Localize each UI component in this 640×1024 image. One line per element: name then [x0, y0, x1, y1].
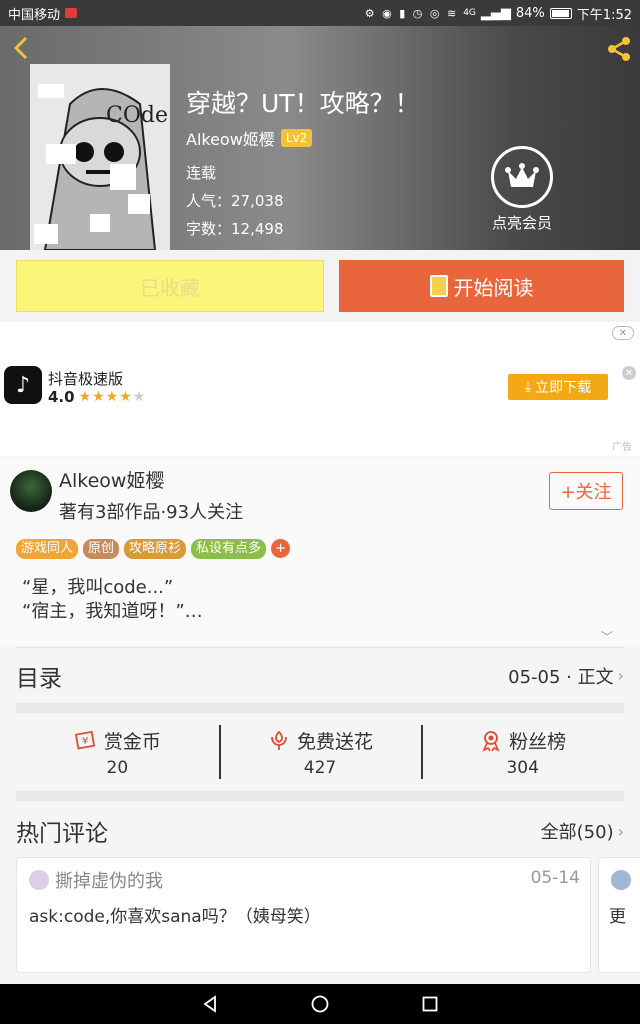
- stats-row: ¥ 赏金币 20 免费送花 427 粉丝榜 304: [16, 713, 624, 791]
- divider: [16, 703, 624, 713]
- carrier-label: 中国移动: [8, 7, 61, 23]
- back-arrow-icon[interactable]: [10, 36, 34, 60]
- ad-rating-value: 4.0: [48, 388, 75, 406]
- book-title: 穿越？UT！攻略？！: [186, 89, 420, 118]
- ad-download-label: 立即下载: [535, 380, 592, 396]
- share-icon[interactable]: [604, 34, 634, 64]
- battery-icon: [549, 7, 572, 19]
- comment-date: 05-14: [530, 868, 580, 888]
- coins-stat[interactable]: ¥ 赏金币 20: [16, 713, 219, 791]
- avatar[interactable]: [10, 470, 52, 512]
- catalog-row[interactable]: 目录 05-05 · 正文 ›: [16, 647, 624, 703]
- status-bar: 中国移动 ⚙ ◉ ▮ ◷ ◎ ≋ 4G ▂▄▆ 84% 下午1:52: [0, 0, 640, 26]
- douyin-logo-icon: ♪: [4, 366, 42, 404]
- comment-card[interactable]: 撕掉虚伪的我 05-14 ask:code,你喜欢sana吗？（姨母笑）: [16, 857, 591, 973]
- tag-item[interactable]: 攻略原衫: [124, 539, 187, 559]
- excerpt-line: “星，我叫code...”: [22, 577, 174, 598]
- all-comments-link[interactable]: 全部(50) ›: [541, 818, 624, 844]
- ad-banner[interactable]: ✕ ♪ 抖音极速版 4.0 ★★★★★ ⤓ 立即下载 ✕ 广告: [0, 322, 640, 456]
- comment-user[interactable]: 撕掉虚伪的我: [55, 867, 163, 893]
- star-rating-icon: ★★★★★: [78, 389, 147, 405]
- author-name-secondary[interactable]: Alkeow姬樱: [59, 466, 164, 493]
- ad-tag: 广告: [612, 442, 632, 453]
- flowers-stat[interactable]: 免费送花 427: [218, 713, 422, 791]
- comment-card[interactable]: 更: [598, 857, 640, 973]
- medal-icon: [482, 731, 500, 752]
- ad-app-name: 抖音极速版: [48, 370, 124, 388]
- comment-text: 更: [609, 907, 626, 927]
- book-header: COde 穿越？UT！攻略？！ Alkeow姬樱 Lv2 连载 人气：27,03…: [0, 26, 640, 250]
- latest-chapter-label: 05-05 · 正文: [508, 666, 614, 688]
- cover-illustration: COde: [30, 64, 170, 250]
- chevron-down-icon[interactable]: ﹀: [601, 628, 613, 645]
- status-icons: ⚙ ◉ ▮ ◷ ◎ ≋: [364, 6, 459, 20]
- divider: [16, 791, 624, 801]
- network-label: 4G: [463, 8, 476, 18]
- crown-icon: [491, 146, 553, 208]
- coins-value: 20: [106, 757, 129, 778]
- author-name[interactable]: Alkeow姬樱: [186, 126, 275, 150]
- chevron-right-icon: ›: [617, 666, 624, 685]
- level-badge: Lv2: [280, 129, 313, 147]
- clock: 下午1:52: [576, 7, 632, 23]
- battery-percent: 84%: [515, 5, 545, 21]
- ad-rating: 4.0 ★★★★★: [48, 388, 146, 406]
- author-stats: 著有3部作品·93人关注: [59, 502, 244, 523]
- hot-comments-title: 热门评论: [16, 821, 108, 847]
- tag-item[interactable]: 游戏同人: [16, 539, 79, 559]
- book-cover[interactable]: COde: [30, 64, 170, 250]
- back-nav-icon[interactable]: [200, 994, 220, 1014]
- chevron-right-icon: ›: [617, 821, 624, 841]
- more-tags-button[interactable]: +: [271, 539, 291, 558]
- start-reading-label: 开始阅读: [453, 275, 534, 300]
- collected-button[interactable]: 已收藏: [16, 260, 324, 312]
- popularity: 人气：27,038: [186, 192, 284, 210]
- book-icon: [429, 275, 448, 297]
- coin-envelope-icon: ¥: [74, 730, 95, 750]
- catalog-title: 目录: [16, 665, 62, 692]
- signal-icon: ▂▄▆: [480, 5, 511, 21]
- book-excerpt[interactable]: “星，我叫code...” “宿主，我知道呀！”…: [22, 576, 203, 624]
- hot-comments-header: 热门评论 全部(50) ›: [16, 810, 624, 852]
- carrier-icon: [65, 8, 78, 18]
- ad-close-pill-icon[interactable]: ✕: [612, 326, 634, 340]
- svg-text:¥: ¥: [82, 736, 88, 747]
- ad-download-button[interactable]: ⤓ 立即下载: [508, 374, 608, 400]
- fans-stat[interactable]: 粉丝榜 304: [421, 713, 624, 791]
- serial-status: 连载: [186, 164, 217, 182]
- all-comments-label: 全部(50): [540, 822, 614, 843]
- home-nav-icon[interactable]: [310, 994, 330, 1014]
- system-nav-bar: [0, 984, 640, 1024]
- vip-label: 点亮会员: [491, 214, 552, 232]
- fans-value: 304: [506, 757, 539, 778]
- tag-item[interactable]: 私设有点多: [191, 539, 267, 559]
- latest-chapter[interactable]: 05-05 · 正文 ›: [508, 663, 624, 689]
- avatar[interactable]: [611, 870, 631, 890]
- excerpt-line: “宿主，我知道呀！”…: [22, 601, 203, 622]
- ad-close-icon[interactable]: ✕: [622, 366, 636, 380]
- follow-button[interactable]: +关注: [549, 472, 623, 510]
- download-icon: ⤓: [524, 379, 532, 395]
- svg-text:COde: COde: [106, 103, 168, 128]
- word-count: 字数：12,498: [186, 220, 284, 238]
- author-section: Alkeow姬樱 著有3部作品·93人关注 +关注 游戏同人 原创 攻略原衫 私…: [0, 458, 640, 646]
- avatar[interactable]: [29, 870, 49, 890]
- comment-text: ask:code,你喜欢sana吗？（姨母笑）: [29, 907, 321, 927]
- coins-label: 赏金币: [103, 730, 161, 753]
- fans-label: 粉丝榜: [509, 730, 567, 753]
- tag-item[interactable]: 原创: [83, 539, 120, 559]
- author-row[interactable]: Alkeow姬樱 Lv2: [186, 126, 313, 150]
- flower-icon: [271, 730, 287, 750]
- flowers-label: 免费送花: [297, 730, 374, 753]
- start-reading-button[interactable]: 开始阅读: [339, 260, 624, 312]
- flowers-value: 427: [303, 757, 337, 778]
- recents-nav-icon[interactable]: [420, 994, 440, 1014]
- vip-button[interactable]: 点亮会员: [484, 146, 560, 233]
- tag-list: 游戏同人 原创 攻略原衫 私设有点多 +: [16, 539, 291, 559]
- action-bar: 已收藏 开始阅读: [0, 250, 640, 322]
